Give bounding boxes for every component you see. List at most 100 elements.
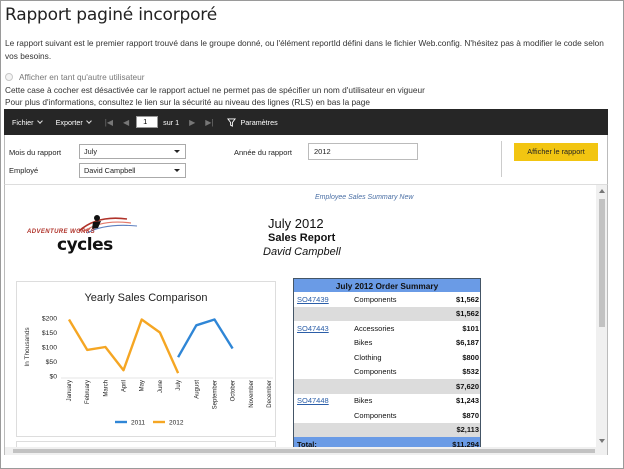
series-line-2012 — [67, 318, 180, 374]
legend-label-2011: 2011 — [131, 420, 145, 427]
table-row: Bikes $6,187 — [294, 336, 480, 351]
y-tick-label: $150 — [42, 330, 57, 337]
x-tick-label: March — [103, 380, 109, 397]
parameters-label: Paramètres — [240, 117, 278, 127]
x-tick-label: January — [67, 380, 73, 401]
month-select[interactable]: July — [79, 144, 186, 159]
table-row: Clothing $800 — [294, 350, 480, 365]
summary-cell-c3: $2,113 — [456, 425, 479, 435]
summary-cell-c2: Bikes — [354, 396, 373, 406]
report-page: Employee Sales Summary New ADVENTURE WOR… — [5, 185, 597, 452]
intro-text: Le rapport suivant est le premier rappor… — [5, 38, 604, 61]
horizontal-scroll-thumb[interactable] — [13, 449, 595, 453]
month-select-value: July — [84, 147, 97, 156]
report-heading: Sales Report — [268, 232, 336, 244]
sales-chart-panel: Yearly Sales Comparison In Thousands $200 $… — [16, 281, 276, 437]
x-tick-label: July — [176, 380, 182, 391]
x-tick-label: August — [194, 380, 200, 399]
y-tick-label: $200 — [42, 316, 57, 323]
rls-note: Pour plus d'informations, consultez le l… — [5, 97, 371, 107]
page-number-input[interactable]: 1 — [136, 116, 159, 128]
scroll-up-icon[interactable] — [599, 189, 605, 193]
next-page-button[interactable]: ▶ — [189, 118, 195, 127]
page-count-label: sur 1 — [163, 117, 180, 127]
vertical-scroll-thumb[interactable] — [599, 199, 605, 327]
table-row: Components $532 — [294, 365, 480, 380]
table-row: SO47448 Bikes $1,243 — [294, 394, 480, 409]
parameters-panel: Mois du rapport July Employé David Campb… — [4, 135, 608, 185]
table-row: Components $870 — [294, 408, 480, 423]
parameters-button[interactable]: Paramètres — [226, 117, 278, 127]
x-tick-label: June — [158, 379, 164, 393]
summary-cell-c1[interactable]: SO47448 — [294, 396, 354, 405]
employee-label: Employé — [9, 166, 39, 175]
x-tick-label: February — [85, 380, 91, 404]
first-page-button[interactable]: |◀ — [105, 118, 113, 127]
y-axis-label: In Thousands — [24, 327, 31, 367]
x-tick-label: April — [122, 380, 128, 392]
summary-cell-c3: $800 — [462, 352, 479, 362]
report-toolbar: Fichier Exporter |◀ ◀ 1 sur 1 ▶ ▶| Param… — [4, 109, 608, 135]
month-label: Mois du rapport — [9, 148, 62, 157]
y-tick-label: $50 — [46, 359, 58, 366]
year-input[interactable]: 2012 — [308, 143, 418, 160]
report-top-link[interactable]: Employee Sales Summary New — [315, 194, 413, 201]
summary-cell-c2: Components — [354, 367, 397, 377]
summary-cell-c2: Bikes — [354, 338, 373, 348]
impersonate-label: Afficher en tant qu'autre utilisateur — [19, 72, 145, 82]
x-tick-label: November — [249, 380, 255, 408]
impersonate-radio[interactable] — [5, 73, 13, 81]
subtotal-row: $1,562 — [294, 306, 480, 321]
y-tick-label: $0 — [49, 374, 57, 381]
summary-cell-c1[interactable]: SO47443 — [294, 324, 354, 333]
y-tick-label: $100 — [42, 345, 57, 352]
subtotal-row: $7,620 — [294, 379, 480, 394]
summary-cell-c3: $532 — [462, 367, 479, 377]
vertical-scrollbar[interactable] — [596, 185, 607, 447]
filter-icon — [226, 117, 236, 127]
export-menu[interactable]: Exporter — [55, 117, 92, 127]
panel-divider — [501, 141, 502, 177]
summary-cell-c3: $1,562 — [456, 309, 479, 319]
export-menu-label: Exporter — [55, 117, 83, 127]
table-row: SO47443 Accessories $101 — [294, 321, 480, 336]
summary-cell-c1[interactable]: SO47439 — [294, 295, 354, 304]
employee-select-value: David Campbell — [84, 166, 136, 175]
chevron-down-icon — [85, 117, 92, 124]
chevron-down-icon — [174, 150, 180, 153]
yearly-sales-chart: Yearly Sales Comparison In Thousands $200 $… — [24, 292, 273, 427]
employee-select[interactable]: David Campbell — [79, 163, 186, 178]
x-tick-label: December — [267, 380, 273, 408]
disabled-note: Cette case à cocher est désactivée car l… — [5, 85, 425, 95]
report-period: July 2012 — [268, 216, 324, 231]
impersonate-option[interactable]: Afficher en tant qu'autre utilisateur — [5, 72, 145, 82]
prev-page-button[interactable]: ◀ — [123, 118, 129, 127]
summary-cell-c3: $6,187 — [456, 338, 479, 348]
summary-title: July 2012 Order Summary — [294, 278, 480, 292]
file-menu-label: Fichier — [12, 117, 34, 127]
horizontal-scrollbar[interactable] — [5, 447, 607, 455]
x-tick-label: October — [231, 380, 237, 401]
show-report-button[interactable]: Afficher le rapport — [514, 143, 598, 161]
x-tick-label: May — [140, 380, 146, 391]
scroll-down-icon[interactable] — [599, 439, 605, 443]
report-employee: David Campbell — [263, 246, 341, 258]
summary-cell-c3: $101 — [462, 323, 479, 333]
summary-cell-c2: Clothing — [354, 352, 382, 362]
summary-cell-c2: Components — [354, 294, 397, 304]
summary-cell-c2: Components — [354, 410, 397, 420]
summary-cell-c3: $1,562 — [456, 294, 479, 304]
summary-cell-c3: $870 — [462, 410, 479, 420]
summary-cell-c3: $7,620 — [456, 381, 479, 391]
x-tick-label: September — [212, 380, 218, 409]
last-page-button[interactable]: ▶| — [205, 118, 213, 127]
logo-line2: cycles — [57, 235, 113, 255]
chart-title: Yearly Sales Comparison — [84, 292, 207, 304]
summary-cell-c2: Accessories — [354, 323, 395, 333]
file-menu[interactable]: Fichier — [12, 117, 43, 127]
chevron-down-icon — [174, 169, 180, 172]
chevron-down-icon — [36, 117, 43, 124]
page-title: Rapport paginé incorporé — [5, 5, 217, 25]
report-viewer: Employee Sales Summary New ADVENTURE WOR… — [4, 185, 608, 455]
series-line-2011 — [177, 318, 234, 358]
